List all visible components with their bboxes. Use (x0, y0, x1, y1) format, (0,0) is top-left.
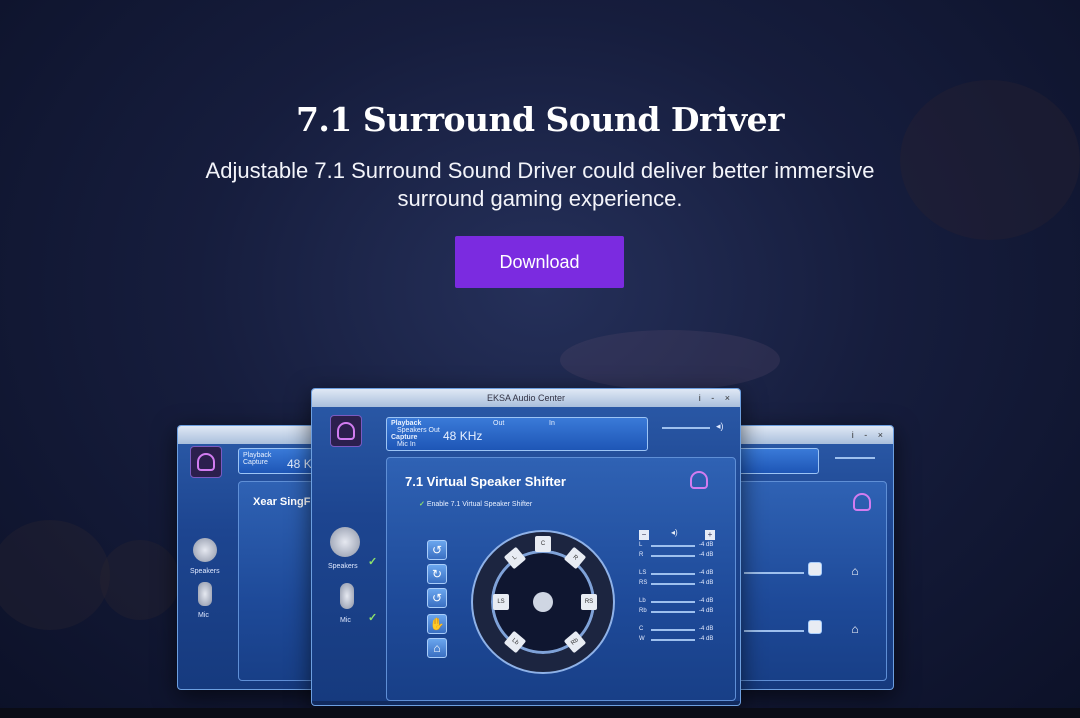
shifter-panel: 7.1 Virtual Speaker Shifter ✓ Enable 7.1… (386, 457, 736, 701)
level-db-value: -4 dB (699, 636, 714, 642)
window-titlebar: i - × (737, 426, 893, 444)
hand-icon[interactable]: ✋ (427, 614, 447, 634)
preset-button-1[interactable] (808, 562, 822, 576)
level-slider[interactable] (651, 629, 695, 631)
window-controls[interactable]: i - × (852, 426, 887, 444)
level-slider-2[interactable] (744, 630, 804, 632)
listener-icon (533, 592, 553, 612)
rotate-right-button[interactable]: ↻ (427, 564, 447, 584)
level-channel-label: RS (639, 580, 648, 586)
download-button[interactable]: Download (455, 236, 624, 288)
sidebar-item-speakers[interactable]: Speakers (190, 568, 220, 575)
status-out-label: Out (493, 420, 505, 427)
home-icon[interactable]: ⌂ (427, 638, 447, 658)
level-channel-label: C (639, 626, 644, 632)
home-icon[interactable]: ⌂ (848, 562, 862, 578)
level-channel-label: R (639, 552, 644, 558)
window-controls[interactable]: i - × (699, 389, 734, 407)
level-slider[interactable] (651, 545, 695, 547)
volume-slider[interactable] (835, 457, 875, 459)
level-slider[interactable] (651, 555, 695, 557)
level-slider[interactable] (651, 601, 695, 603)
sidebar-item-mic[interactable]: Mic (198, 612, 209, 619)
enable-shifter-checkbox[interactable]: ✓ Enable 7.1 Virtual Speaker Shifter (419, 500, 532, 508)
background-pumpkin-left (0, 520, 110, 630)
plus-button[interactable]: + (705, 530, 715, 540)
level-db-value: -4 dB (699, 608, 714, 614)
check-icon: ✓ (419, 501, 425, 508)
mic-check-icon: ✓ (368, 612, 378, 624)
rotate-back-button[interactable]: ↺ (427, 588, 447, 608)
level-db-value: -4 dB (699, 542, 714, 548)
status-speakers-out: Speakers Out (397, 427, 440, 434)
status-capture-label: Capture (391, 434, 418, 441)
level-slider[interactable] (651, 573, 695, 575)
speaker-icon[interactable] (330, 527, 360, 557)
app-window-main: EKSA Audio Center i - × Playback Speaker… (311, 388, 741, 706)
eksa-logo-icon (190, 446, 222, 478)
master-volume-slider[interactable] (662, 427, 710, 429)
shifter-title: 7.1 Virtual Speaker Shifter (405, 474, 566, 489)
status-in-label: In (549, 420, 555, 427)
minus-button[interactable]: − (639, 530, 649, 540)
level-slider[interactable] (651, 639, 695, 641)
level-channel-label: L (639, 542, 643, 548)
eksa-logo-icon (846, 486, 878, 518)
level-channel-label: Rb (639, 608, 647, 614)
level-slider-1[interactable] (744, 572, 804, 574)
level-db-value: -4 dB (699, 552, 714, 558)
background-glow (560, 330, 780, 390)
speaker-center[interactable]: C (535, 536, 551, 552)
background-pumpkin-left-2 (100, 540, 180, 620)
page-bottom-strip (0, 708, 1080, 718)
speaker-icon[interactable] (193, 538, 217, 562)
level-channel-label: W (639, 636, 645, 642)
eksa-logo-icon (330, 415, 362, 447)
hero-subtitle: Adjustable 7.1 Surround Sound Driver cou… (205, 158, 875, 211)
window-shadow (312, 701, 740, 705)
inner-panel: ⌂ ⌂ (737, 481, 887, 681)
speaker-left-side[interactable]: LS (493, 594, 509, 610)
status-playback-label: Playback (391, 420, 422, 427)
mic-icon[interactable] (340, 583, 354, 609)
level-channel-label: LS (639, 570, 647, 576)
speakers-check-icon: ✓ (368, 556, 378, 568)
level-db-value: -4 dB (699, 598, 714, 604)
rotate-left-button[interactable]: ↺ (427, 540, 447, 560)
status-mic-in: Mic In (397, 441, 416, 448)
level-channel-label: Lb (639, 598, 646, 604)
level-db-value: -4 dB (699, 570, 714, 576)
level-slider[interactable] (651, 611, 695, 613)
volume-icon: ◂) (671, 528, 678, 537)
sidebar-item-mic[interactable]: Mic (340, 617, 351, 624)
hero-title: 7.1 Surround Sound Driver (295, 100, 785, 139)
speaker-right-side[interactable]: RS (581, 594, 597, 610)
level-db-value: -4 dB (699, 580, 714, 586)
level-db-value: -4 dB (699, 626, 714, 632)
window-titlebar: EKSA Audio Center i - × (312, 389, 740, 407)
home-icon[interactable]: ⌂ (848, 620, 862, 636)
panel-title: Xear SingF (253, 496, 311, 508)
level-slider[interactable] (651, 583, 695, 585)
sidebar-item-speakers[interactable]: Speakers (328, 563, 358, 570)
eksa-logo-icon (683, 464, 715, 496)
app-window-right: i - × ⌂ ⌂ (736, 425, 894, 690)
status-panel (737, 448, 819, 474)
preset-button-2[interactable] (808, 620, 822, 634)
status-panel: Playback Speakers Out Capture Mic In 48 … (386, 417, 648, 451)
window-title: EKSA Audio Center (486, 393, 566, 403)
volume-icon[interactable]: ◂) (716, 421, 724, 432)
mic-icon[interactable] (198, 582, 212, 606)
sample-rate-value: 48 KHz (443, 429, 483, 443)
enable-shifter-label: Enable 7.1 Virtual Speaker Shifter (426, 501, 533, 508)
